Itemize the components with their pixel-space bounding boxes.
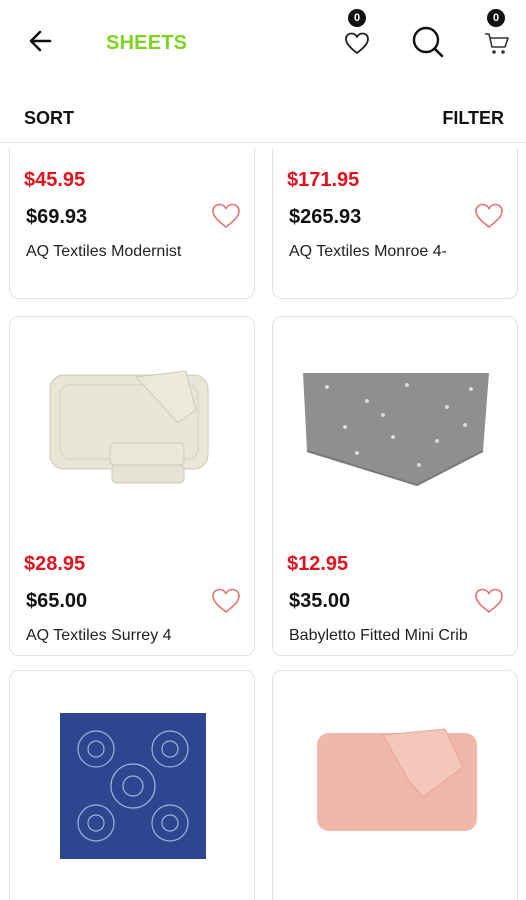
- cart-icon: [485, 33, 509, 54]
- regular-price: $65.00: [26, 590, 88, 612]
- pink-pillowcase-image: [317, 728, 477, 831]
- product-card[interactable]: $12.95 $35.00 Babyletto Fitted Mini Crib: [272, 316, 518, 656]
- sale-price: $171.95: [287, 169, 360, 191]
- blue-patterned-sheet-image: [60, 713, 206, 859]
- product-card[interactable]: $171.95 $265.93 AQ Textiles Monroe 4-: [272, 148, 518, 299]
- add-to-wishlist-button[interactable]: [210, 585, 242, 615]
- back-button[interactable]: [26, 26, 56, 56]
- sale-price: $12.95: [287, 553, 349, 575]
- cart-count-badge: 0: [487, 9, 505, 27]
- product-name: AQ Textiles Monroe 4-: [289, 243, 447, 260]
- add-to-wishlist-button[interactable]: [473, 200, 505, 230]
- product-card[interactable]: [272, 670, 518, 900]
- product-grid: $45.95 $69.93 AQ Textiles Modernist $171…: [0, 148, 526, 900]
- heart-outline-icon: [212, 203, 240, 228]
- search-icon: [412, 26, 444, 58]
- wishlist-button[interactable]: [342, 28, 372, 58]
- back-arrow-icon: [29, 30, 52, 52]
- add-to-wishlist-button[interactable]: [473, 585, 505, 615]
- search-button[interactable]: [410, 24, 446, 60]
- wishlist-count-badge: 0: [348, 9, 366, 27]
- pillowcase-sheet-set-image: [49, 370, 209, 484]
- regular-price: $69.93: [26, 206, 88, 228]
- heart-outline-icon: [212, 588, 240, 613]
- product-card[interactable]: $28.95 $65.00 AQ Textiles Surrey 4: [9, 316, 255, 656]
- product-name: AQ Textiles Modernist: [26, 243, 182, 260]
- regular-price: $265.93: [289, 206, 362, 228]
- heart-outline-icon: [345, 32, 369, 54]
- page-title: SHEETS: [106, 32, 188, 54]
- sale-price: $45.95: [24, 169, 86, 191]
- product-name: AQ Textiles Surrey 4: [26, 627, 172, 644]
- fitted-crib-sheet-image: [303, 373, 489, 487]
- heart-outline-icon: [475, 588, 503, 613]
- app-header: SHEETS 0 0: [0, 0, 526, 88]
- sort-button[interactable]: SORT: [24, 108, 74, 129]
- cart-button[interactable]: [482, 28, 512, 58]
- product-card[interactable]: [9, 670, 255, 900]
- add-to-wishlist-button[interactable]: [210, 200, 242, 230]
- product-card[interactable]: $45.95 $69.93 AQ Textiles Modernist: [9, 148, 255, 299]
- heart-outline-icon: [475, 203, 503, 228]
- filter-button[interactable]: FILTER: [442, 108, 504, 129]
- sale-price: $28.95: [24, 553, 86, 575]
- regular-price: $35.00: [289, 590, 351, 612]
- sort-filter-bar: SORT FILTER: [0, 96, 526, 143]
- product-name: Babyletto Fitted Mini Crib: [289, 627, 468, 644]
